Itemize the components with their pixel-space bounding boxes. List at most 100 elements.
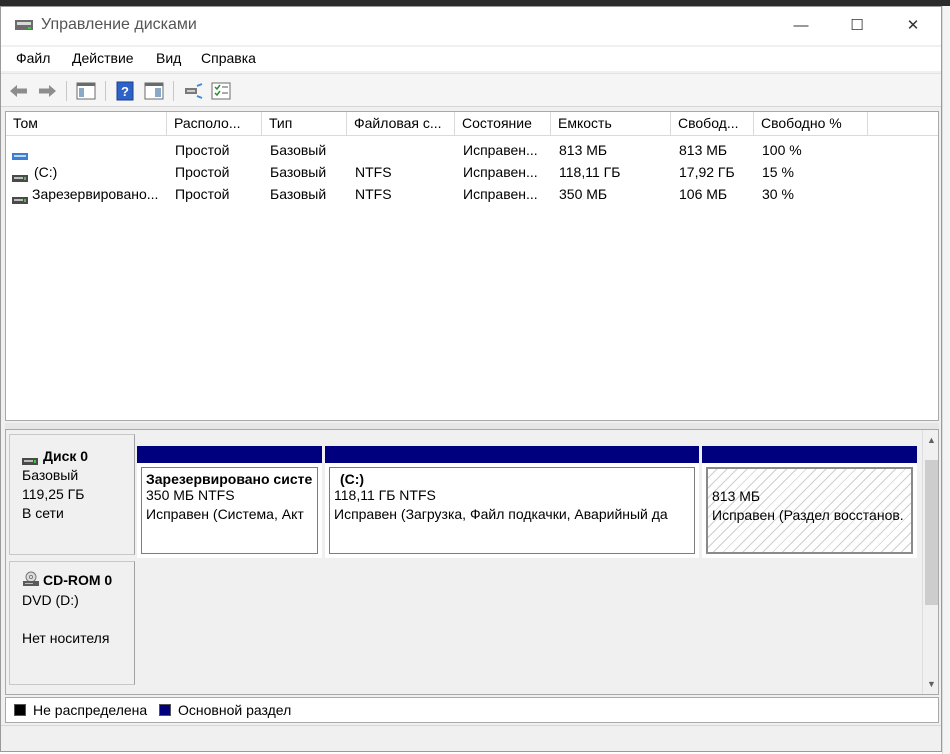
- disk-0-label[interactable]: Диск 0 Базовый 119,25 ГБ В сети: [9, 434, 135, 555]
- primary-partition-bar: [137, 446, 322, 463]
- cd-drive-icon: [22, 571, 40, 590]
- volume-status: Исправен...: [463, 142, 538, 158]
- menu-file[interactable]: Файл: [16, 50, 50, 66]
- volume-layout: Простой: [175, 186, 230, 202]
- help-icon[interactable]: ?: [114, 80, 136, 102]
- window-title: Управление дисками: [41, 16, 197, 33]
- menu-view[interactable]: Вид: [156, 50, 181, 66]
- volume-type: Базовый: [270, 142, 327, 158]
- primary-partition-bar: [325, 446, 699, 463]
- column-header-free-percent[interactable]: Свободно %: [754, 112, 868, 135]
- volume-capacity: 813 МБ: [559, 142, 608, 158]
- list-view-icon[interactable]: [210, 80, 232, 102]
- volume-row[interactable]: (C:) Простой Базовый NTFS Исправен... 11…: [6, 162, 938, 183]
- scroll-up-icon[interactable]: ▲: [923, 432, 938, 448]
- menu-action[interactable]: Действие: [72, 50, 134, 66]
- legend-primary-partition: Основной раздел: [178, 702, 292, 718]
- partition-size: 350 МБ NTFS: [146, 487, 235, 503]
- volume-icon: [12, 191, 28, 204]
- volume-type: Базовый: [270, 164, 327, 180]
- disk-name: CD-ROM 0: [43, 572, 113, 588]
- disk-name: Диск 0: [43, 448, 89, 464]
- partition-title: (C:): [340, 471, 365, 487]
- primary-partition-swatch: [159, 704, 171, 716]
- volume-free-space: 17,92 ГБ: [679, 164, 735, 180]
- volume-free-percent: 30 %: [762, 186, 794, 202]
- volume-free-space: 106 МБ: [679, 186, 728, 202]
- scroll-down-icon[interactable]: ▼: [923, 676, 938, 692]
- volume-type: Базовый: [270, 186, 327, 202]
- volume-row[interactable]: Зарезервировано... Простой Базовый NTFS …: [6, 184, 938, 205]
- column-header-status[interactable]: Состояние: [455, 112, 551, 135]
- close-button[interactable]: ✕: [885, 7, 941, 43]
- back-icon[interactable]: [8, 80, 30, 102]
- toolbar-separator: [173, 81, 174, 101]
- vertical-scrollbar[interactable]: ▲ ▼: [922, 430, 938, 694]
- console-tree-icon[interactable]: [75, 80, 97, 102]
- partition-body: Зарезервировано систе 350 МБ NTFS Исправ…: [141, 467, 318, 554]
- column-header-volume[interactable]: Том: [6, 112, 167, 135]
- title-bar: Управление дисками — ☐ ✕: [1, 7, 941, 45]
- column-header-layout[interactable]: Располо...: [167, 112, 262, 135]
- volume-status: Исправен...: [463, 164, 538, 180]
- volume-icon: [12, 147, 28, 160]
- disk-management-window: Управление дисками — ☐ ✕ Файл Действие В…: [0, 6, 942, 752]
- volume-filesystem: NTFS: [355, 164, 392, 180]
- toolbar-separator: [66, 81, 67, 101]
- volume-free-percent: 100 %: [762, 142, 802, 158]
- status-bar: [1, 725, 941, 751]
- disk-state: В сети: [22, 505, 64, 521]
- cdrom-0-label[interactable]: CD-ROM 0 DVD (D:) Нет носителя: [9, 561, 135, 685]
- partition-title: Зарезервировано систе: [146, 471, 313, 487]
- volume-list-header: Том Располо... Тип Файловая с... Состоян…: [6, 112, 938, 136]
- volume-free-percent: 15 %: [762, 164, 794, 180]
- minimize-button[interactable]: —: [773, 7, 829, 43]
- menu-help[interactable]: Справка: [201, 50, 256, 66]
- volume-name: [34, 140, 164, 161]
- disk-0-partitions: Зарезервировано систе 350 МБ NTFS Исправ…: [137, 446, 917, 558]
- column-header-capacity[interactable]: Емкость: [551, 112, 671, 135]
- volume-name: Зарезервировано...: [32, 186, 159, 202]
- column-header-filesystem[interactable]: Файловая с...: [347, 112, 455, 135]
- partition-status: Исправен (Система, Акт: [146, 506, 304, 522]
- connect-icon[interactable]: [182, 80, 204, 102]
- partition-recovery[interactable]: 813 МБ Исправен (Раздел восстанов.: [702, 446, 917, 558]
- partition-body: (C:) 118,11 ГБ NTFS Исправен (Загрузка, …: [329, 467, 695, 554]
- legend: Не распределена Основной раздел: [5, 697, 939, 723]
- volume-free-space: 813 МБ: [679, 142, 728, 158]
- scrollbar-thumb[interactable]: [925, 460, 938, 605]
- toolbar: ?: [1, 73, 941, 107]
- volume-row[interactable]: Простой Базовый Исправен... 813 МБ 813 М…: [6, 140, 938, 161]
- properties-icon[interactable]: [143, 80, 165, 102]
- svg-text:?: ?: [121, 84, 129, 99]
- cdrom-0-area: [137, 561, 917, 685]
- volume-list: Том Располо... Тип Файловая с... Состоян…: [5, 111, 939, 421]
- partition-status: Исправен (Раздел восстанов.: [712, 507, 904, 523]
- volume-icon: [12, 169, 28, 182]
- toolbar-separator: [105, 81, 106, 101]
- column-header-type[interactable]: Тип: [262, 112, 347, 135]
- disk-state: Нет носителя: [22, 630, 110, 646]
- volume-name: (C:): [34, 164, 58, 180]
- volume-layout: Простой: [175, 164, 230, 180]
- volume-capacity: 118,11 ГБ: [559, 164, 621, 180]
- column-header-free-space[interactable]: Свобод...: [671, 112, 754, 135]
- disk-type: Базовый: [22, 467, 79, 483]
- unallocated-swatch: [14, 704, 26, 716]
- desktop-background-right: [942, 6, 950, 754]
- partition-c-drive[interactable]: (C:) 118,11 ГБ NTFS Исправен (Загрузка, …: [325, 446, 699, 558]
- disk-management-app-icon: [14, 17, 34, 33]
- disk-size: 119,25 ГБ: [22, 486, 85, 502]
- partition-size: 118,11 ГБ NTFS: [334, 487, 436, 503]
- partition-system-reserved[interactable]: Зарезервировано систе 350 МБ NTFS Исправ…: [137, 446, 322, 558]
- disk-icon: [22, 452, 38, 468]
- volume-status: Исправен...: [463, 186, 538, 202]
- partition-size: 813 МБ: [712, 488, 761, 504]
- disk-graphical-view: Диск 0 Базовый 119,25 ГБ В сети Зарезерв…: [5, 429, 939, 695]
- forward-icon[interactable]: [36, 80, 58, 102]
- volume-filesystem: [355, 140, 453, 161]
- partition-title: [712, 472, 907, 488]
- disk-type: DVD (D:): [22, 592, 79, 608]
- maximize-button[interactable]: ☐: [829, 7, 885, 43]
- partition-status: Исправен (Загрузка, Файл подкачки, Авари…: [334, 506, 668, 522]
